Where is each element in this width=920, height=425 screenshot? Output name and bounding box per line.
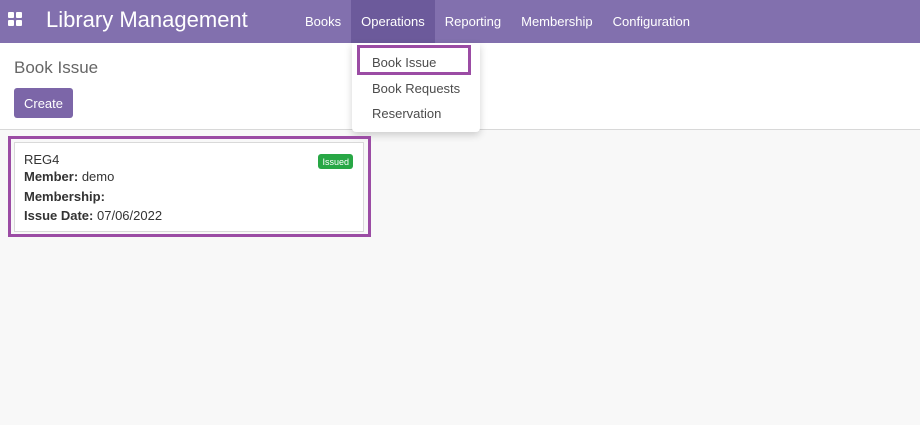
create-button[interactable]: Create [14,88,73,118]
page-title: Book Issue [14,58,99,77]
top-navbar: Library Management Books Operations Repo… [0,0,920,43]
app-title: Library Management [46,7,248,32]
dropdown-item-reservation[interactable]: Reservation [352,101,480,125]
menu-reporting[interactable]: Reporting [435,0,511,43]
card-highlight-box [8,136,371,237]
menu-operations[interactable]: Operations [351,0,435,43]
menu-configuration[interactable]: Configuration [603,0,700,43]
dropdown-item-book-requests[interactable]: Book Requests [352,76,480,100]
menu-membership[interactable]: Membership [511,0,603,43]
menu-books[interactable]: Books [295,0,351,43]
dropdown-highlight-box [357,45,471,75]
apps-grid-icon[interactable] [8,12,22,26]
main-menu: Books Operations Reporting Membership Co… [295,0,700,43]
